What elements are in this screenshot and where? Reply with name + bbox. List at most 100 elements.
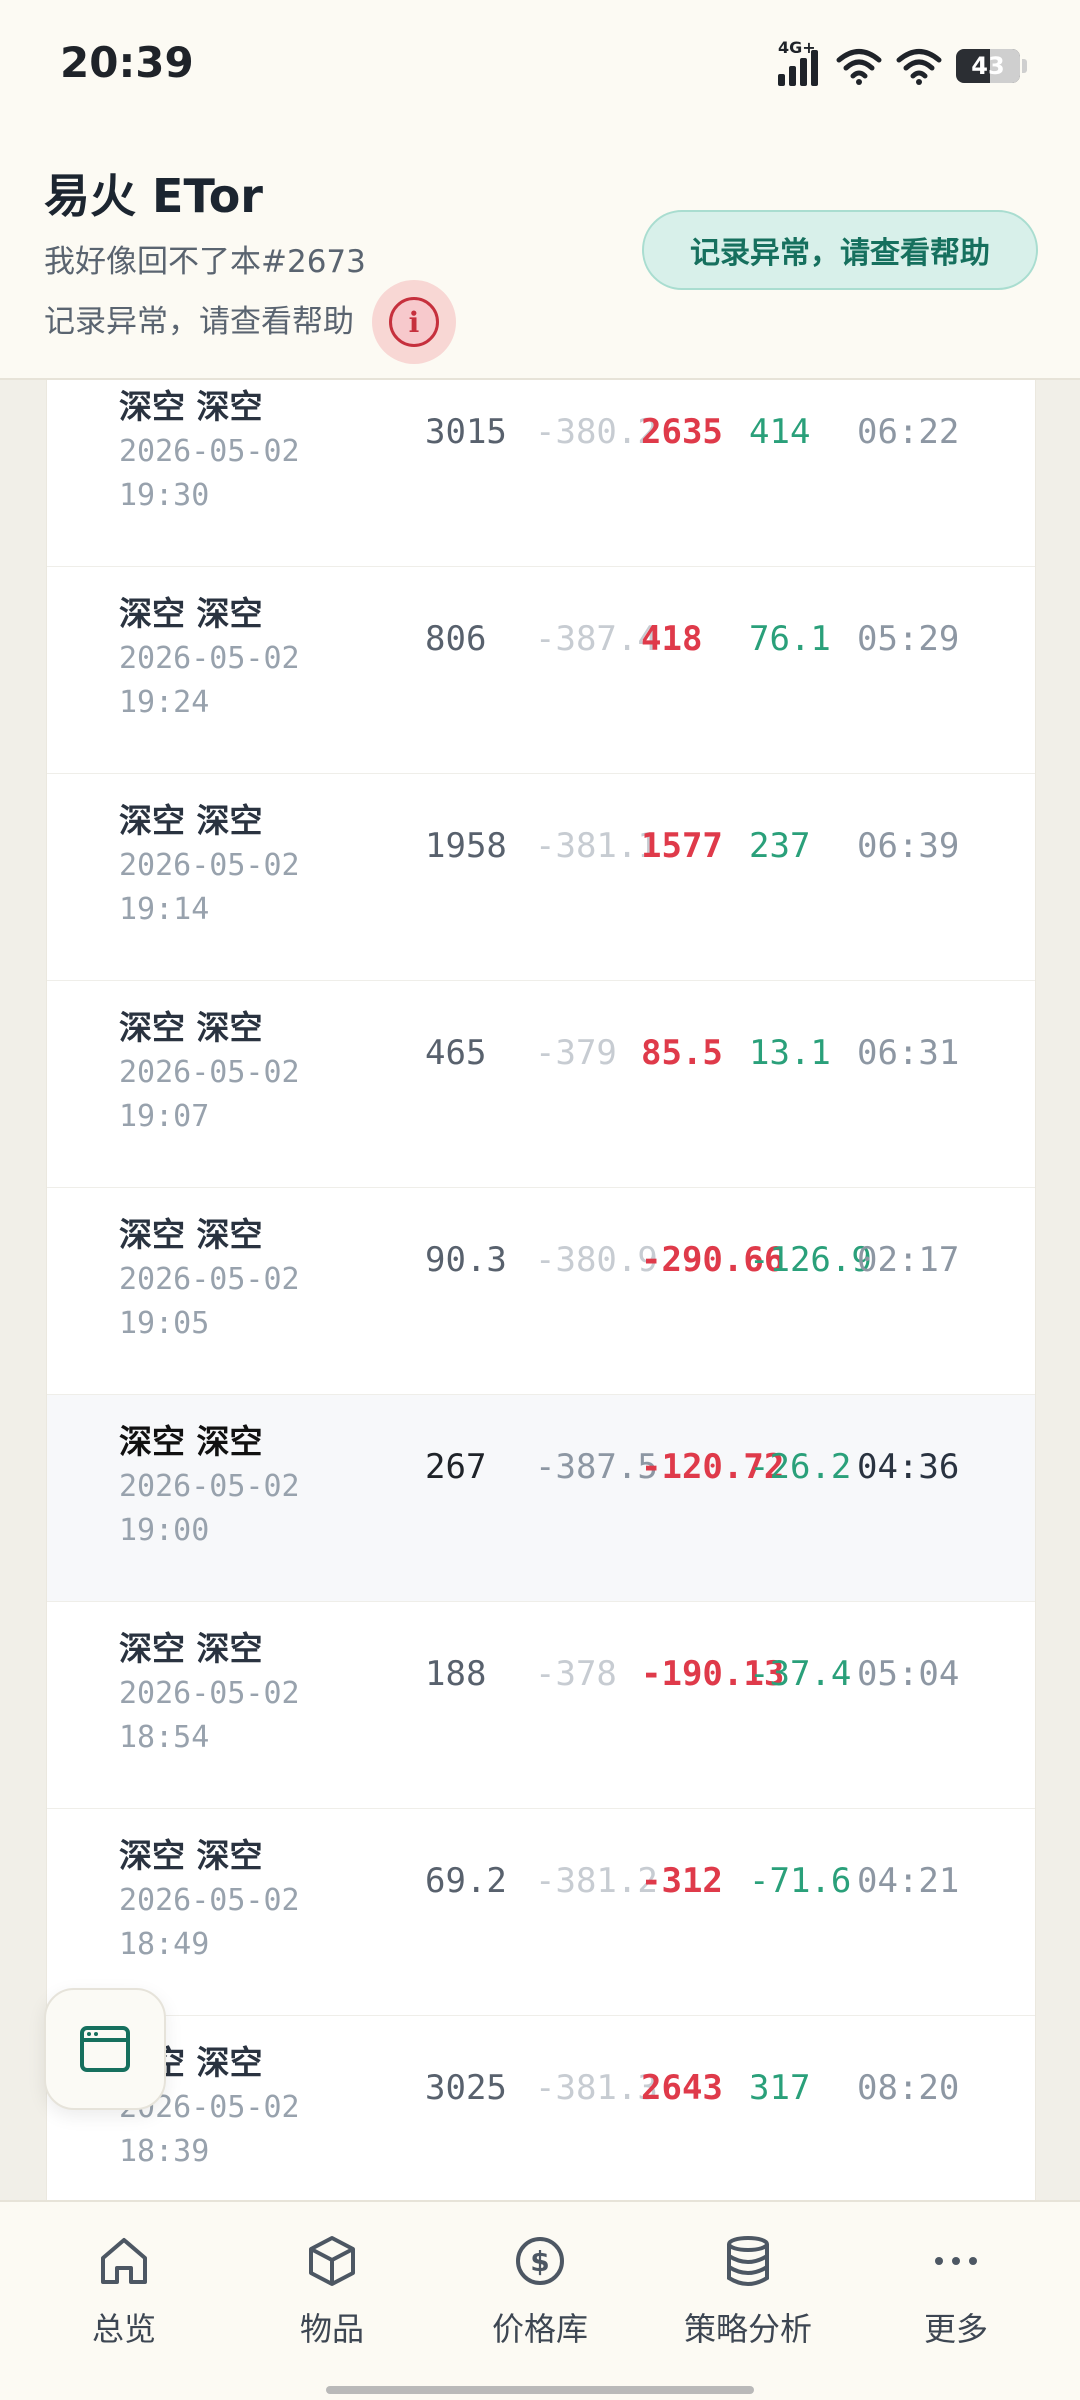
nav-item-overview[interactable]: 总览: [24, 2222, 224, 2362]
table-row[interactable]: 深空 深空 2026-05-02 19:14 1958 -381.1 1577 …: [47, 774, 1035, 981]
table-row[interactable]: 深空 深空 2026-05-02 19:05 90.3 -380.9 -290.…: [47, 1188, 1035, 1395]
dollar-circle-icon: $: [516, 2237, 564, 2285]
record-time: 18:39: [119, 2134, 210, 2169]
record-duration: 05:29: [857, 619, 960, 659]
home-icon: [101, 2238, 147, 2284]
app-header: 易火 ETor 我好像回不了本#2673 记录异常，请查看帮助 i 记录异常，请…: [0, 130, 1080, 380]
nav-item-items[interactable]: 物品: [232, 2222, 432, 2362]
record-value-2: -381.3: [535, 2068, 658, 2108]
record-duration: 08:20: [857, 2068, 960, 2108]
record-date: 2026-05-02: [119, 641, 300, 676]
record-date: 2026-05-02: [119, 1262, 300, 1297]
record-date: 2026-05-02: [119, 1469, 300, 1504]
record-value-2: -387.5: [535, 1447, 658, 1487]
database-icon: [727, 2236, 769, 2286]
record-value-2: -381.1: [535, 826, 658, 866]
record-value-4: -126.9: [749, 1240, 872, 1280]
nav-label: 价格库: [491, 2310, 588, 2348]
svg-text:$: $: [530, 2245, 549, 2278]
record-value-4: -71.6: [749, 1861, 852, 1901]
nav-item-strategy[interactable]: 策略分析: [648, 2222, 848, 2362]
record-time: 18:54: [119, 1720, 210, 1755]
record-value-3: 2635: [641, 412, 723, 452]
page-subtitle: 我好像回不了本#2673: [44, 244, 366, 280]
help-button[interactable]: 记录异常，请查看帮助: [642, 210, 1038, 290]
page-title: 易火 ETor: [44, 169, 263, 223]
record-time: 19:14: [119, 892, 210, 927]
record-time: 19:00: [119, 1513, 210, 1548]
record-value-2: -381.2: [535, 1861, 658, 1901]
info-circle-icon: i: [389, 297, 439, 347]
record-duration: 06:22: [857, 412, 960, 452]
status-time: 20:39: [60, 38, 194, 87]
record-value-4: 76.1: [749, 619, 831, 659]
record-name: 深空 深空: [119, 801, 263, 840]
table-row[interactable]: 深空 深空 2026-05-02 18:39 3025 -381.3 2643 …: [47, 2016, 1035, 2200]
table-row[interactable]: 深空 深空 2026-05-02 19:24 806 -387.4 418 76…: [47, 567, 1035, 774]
record-value-1: 90.3: [425, 1240, 507, 1280]
home-indicator[interactable]: [326, 2386, 754, 2394]
bottom-nav: 总览 物品 $ 价格库 策略分析 更多: [0, 2200, 1080, 2400]
table-row[interactable]: 深空 深空 2026-05-02 19:30 3015 -380.2 2635 …: [47, 380, 1035, 567]
record-time: 19:05: [119, 1306, 210, 1341]
wifi-icon: [836, 49, 882, 85]
record-value-3: 85.5: [641, 1033, 723, 1073]
nav-label: 总览: [91, 2310, 156, 2348]
record-date: 2026-05-02: [119, 848, 300, 883]
nav-label: 物品: [299, 2310, 364, 2348]
record-value-1: 806: [425, 619, 487, 659]
record-value-4: 237: [749, 826, 811, 866]
record-date: 2026-05-02: [119, 1883, 300, 1918]
nav-item-price-library[interactable]: $ 价格库: [440, 2222, 640, 2362]
record-duration: 06:39: [857, 826, 960, 866]
record-name: 深空 深空: [119, 1008, 263, 1047]
record-value-2: -380.9: [535, 1240, 658, 1280]
record-value-4: 317: [749, 2068, 811, 2108]
info-button[interactable]: i: [372, 280, 456, 364]
record-value-3: -312: [641, 1861, 723, 1901]
record-value-1: 465: [425, 1033, 487, 1073]
record-time: 19:30: [119, 478, 210, 513]
record-value-4: 414: [749, 412, 811, 452]
table-row[interactable]: 深空 深空 2026-05-02 18:54 188 -378 -190.13 …: [47, 1602, 1035, 1809]
record-value-1: 3025: [425, 2068, 507, 2108]
record-name: 深空 深空: [119, 1215, 263, 1254]
nav-label: 策略分析: [683, 2310, 812, 2348]
record-name: 深空 深空: [119, 1629, 263, 1668]
record-value-2: -380.2: [535, 412, 658, 452]
nav-item-more[interactable]: 更多: [856, 2222, 1056, 2362]
table-row-selected[interactable]: 深空 深空 2026-05-02 19:00 267 -387.5 -120.7…: [47, 1395, 1035, 1602]
record-value-1: 3015: [425, 412, 507, 452]
table-row[interactable]: 深空 深空 2026-05-02 19:07 465 -379 85.5 13.…: [47, 981, 1035, 1188]
record-duration: 02:17: [857, 1240, 960, 1280]
record-date: 2026-05-02: [119, 434, 300, 469]
record-duration: 04:36: [857, 1447, 960, 1487]
record-value-2: -379: [535, 1033, 617, 1073]
table-row[interactable]: 深空 深空 2026-05-02 18:49 69.2 -381.2 -312 …: [47, 1809, 1035, 2016]
wifi-icon-secondary: [896, 49, 942, 85]
record-value-3: 418: [641, 619, 703, 659]
record-value-2: -378: [535, 1654, 617, 1694]
record-time: 19:24: [119, 685, 210, 720]
battery-level: 43: [971, 52, 1005, 80]
battery-icon: 43: [956, 49, 1027, 83]
cube-icon: [309, 2236, 355, 2286]
record-value-1: 188: [425, 1654, 487, 1694]
record-list[interactable]: 深空 深空 2026-05-02 19:30 3015 -380.2 2635 …: [46, 380, 1036, 2200]
record-value-1: 69.2: [425, 1861, 507, 1901]
record-warning-text: 记录异常，请查看帮助: [44, 304, 354, 340]
nav-label: 更多: [923, 2310, 988, 2348]
browser-window-icon: [80, 2026, 130, 2072]
record-time: 19:07: [119, 1099, 210, 1134]
record-date: 2026-05-02: [119, 1055, 300, 1090]
record-duration: 05:04: [857, 1654, 960, 1694]
record-value-4: 13.1: [749, 1033, 831, 1073]
record-value-1: 1958: [425, 826, 507, 866]
record-name: 深空 深空: [119, 1836, 263, 1875]
record-name: 深空 深空: [119, 387, 263, 426]
floating-window-button[interactable]: [44, 1988, 166, 2110]
network-type-label: 4G+: [778, 38, 816, 57]
record-duration: 06:31: [857, 1033, 960, 1073]
record-name: 深空 深空: [119, 1422, 263, 1461]
record-value-3: 1577: [641, 826, 723, 866]
